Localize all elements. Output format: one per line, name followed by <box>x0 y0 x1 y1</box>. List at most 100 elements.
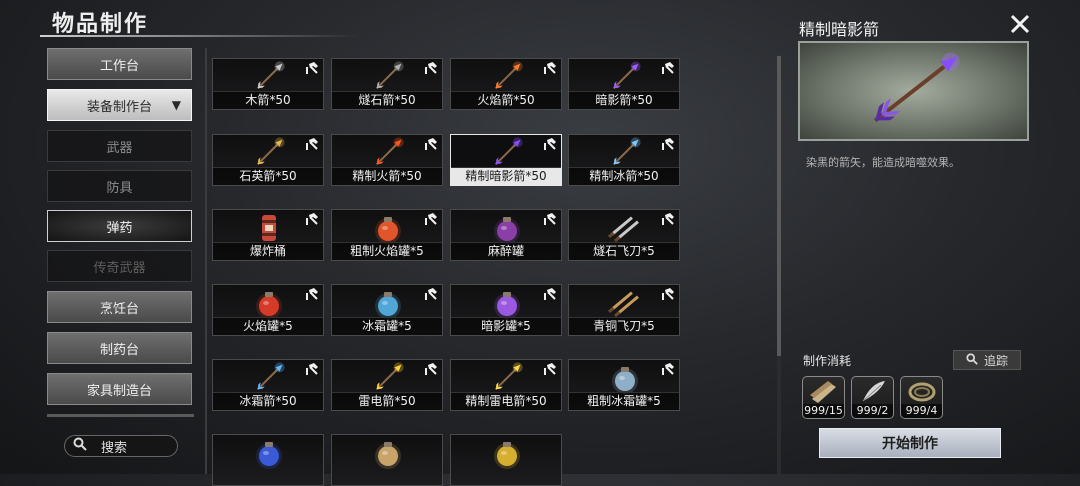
detail-title: 精制暗影箭 <box>799 20 880 39</box>
sidebar-item-label: 装备制作台 <box>86 99 152 115</box>
recipe-cell[interactable]: 精制火箭*50 <box>331 134 443 186</box>
search-label: 搜索 <box>101 440 128 456</box>
recipe-label: 燧石飞刀*5 <box>569 242 679 260</box>
recipe-label: 粗制火焰罐*5 <box>332 242 442 260</box>
recipe-cell[interactable]: 石英箭*50 <box>212 134 324 186</box>
recipe-label: 石英箭*50 <box>213 167 323 185</box>
hammer-icon <box>425 62 437 74</box>
sidebar-item-2[interactable]: 武器 <box>47 130 192 162</box>
sidebar-item-label: 传奇武器 <box>93 260 146 276</box>
recipe-cell[interactable]: 燧石箭*50 <box>331 58 443 110</box>
close-icon <box>1010 14 1030 34</box>
recipe-cell[interactable]: 冰霜罐*5 <box>331 284 443 336</box>
recipe-label: 粗制冰霜罐*5 <box>569 392 679 410</box>
recipe-cell[interactable]: 粗制火焰罐*5 <box>331 209 443 261</box>
hammer-icon <box>662 62 674 74</box>
recipe-cell[interactable] <box>212 434 324 486</box>
track-button[interactable]: 追踪 <box>953 350 1021 370</box>
recipe-cell[interactable]: 暗影箭*50 <box>568 58 680 110</box>
sidebar-item-label: 弹药 <box>106 220 133 236</box>
recipe-cell[interactable]: 爆炸桶 <box>212 209 324 261</box>
grid-scrollbar[interactable] <box>777 56 781 474</box>
material-count: 999/2 <box>852 404 893 418</box>
sidebar-item-7[interactable]: 制药台 <box>47 332 192 364</box>
material-count: 999/4 <box>901 404 942 418</box>
item-preview <box>798 41 1029 141</box>
material-slot[interactable]: 999/15 <box>802 376 845 419</box>
recipe-cell[interactable]: 精制雷电箭*50 <box>450 359 562 411</box>
search-icon <box>73 437 87 455</box>
recipe-label: 麻醉罐 <box>451 242 561 260</box>
recipe-cell[interactable]: 火焰箭*50 <box>450 58 562 110</box>
title-underline <box>40 35 360 37</box>
hammer-icon <box>425 138 437 150</box>
recipe-label: 精制雷电箭*50 <box>451 392 561 410</box>
recipe-label: 冰霜箭*50 <box>213 392 323 410</box>
sidebar-item-1[interactable]: 装备制作台 ▼ <box>47 89 192 121</box>
sidebar-item-label: 防具 <box>106 180 133 196</box>
sidebar-item-6[interactable]: 烹饪台 <box>47 291 192 323</box>
hammer-icon <box>544 363 556 375</box>
search-button[interactable]: 搜索 <box>64 435 178 457</box>
sidebar-divider <box>47 414 194 417</box>
recipe-cell[interactable]: 暗影罐*5 <box>450 284 562 336</box>
recipe-label: 火焰罐*5 <box>213 317 323 335</box>
hammer-icon <box>544 288 556 300</box>
material-count: 999/15 <box>803 404 844 418</box>
recipe-cell[interactable]: 冰霜箭*50 <box>212 359 324 411</box>
recipe-label: 木箭*50 <box>213 91 323 109</box>
item-description: 染黑的箭矢，能造成暗噬效果。 <box>806 156 960 169</box>
sidebar-item-label: 制药台 <box>99 342 139 358</box>
recipe-label: 精制冰箭*50 <box>569 167 679 185</box>
recipe-cell[interactable]: 燧石飞刀*5 <box>568 209 680 261</box>
material-slot[interactable]: 999/4 <box>900 376 943 419</box>
recipe-cell[interactable] <box>450 434 562 486</box>
hammer-icon <box>662 363 674 375</box>
hammer-icon <box>662 138 674 150</box>
start-crafting-button[interactable]: 开始制作 <box>819 428 1001 458</box>
sidebar-item-4[interactable]: 弹药 <box>47 210 192 242</box>
recipe-label: 暗影箭*50 <box>569 91 679 109</box>
hammer-icon <box>425 363 437 375</box>
hammer-icon <box>425 288 437 300</box>
close-button[interactable] <box>1008 12 1032 36</box>
hammer-icon <box>306 62 318 74</box>
hammer-icon <box>306 363 318 375</box>
sidebar-item-8[interactable]: 家具制造台 <box>47 373 192 405</box>
recipe-cell[interactable]: 青铜飞刀*5 <box>568 284 680 336</box>
page-title: 物品制作 <box>52 12 149 37</box>
hammer-icon <box>306 138 318 150</box>
recipe-label: 冰霜罐*5 <box>332 317 442 335</box>
sidebar-item-label: 工作台 <box>99 58 139 74</box>
recipe-cell[interactable]: 精制冰箭*50 <box>568 134 680 186</box>
scrollbar-thumb[interactable] <box>777 56 781 356</box>
hammer-icon <box>425 213 437 225</box>
sidebar-item-5[interactable]: 传奇武器 <box>47 250 192 282</box>
chevron-down-icon: ▼ <box>171 98 181 112</box>
recipe-label: 爆炸桶 <box>213 242 323 260</box>
recipe-cell[interactable]: 麻醉罐 <box>450 209 562 261</box>
material-slot[interactable]: 999/2 <box>851 376 894 419</box>
recipe-cell[interactable]: 火焰罐*5 <box>212 284 324 336</box>
recipe-cell[interactable] <box>331 434 443 486</box>
hammer-icon <box>544 138 556 150</box>
recipe-label: 雷电箭*50 <box>332 392 442 410</box>
recipe-label: 火焰箭*50 <box>451 91 561 109</box>
hammer-icon <box>662 288 674 300</box>
sidebar-item-label: 武器 <box>106 140 133 156</box>
recipe-label: 燧石箭*50 <box>332 91 442 109</box>
sidebar-item-label: 烹饪台 <box>99 301 139 317</box>
search-icon <box>966 352 978 368</box>
hammer-icon <box>306 288 318 300</box>
hammer-icon <box>662 213 674 225</box>
materials-title: 制作消耗 <box>803 354 852 368</box>
sidebar-item-0[interactable]: 工作台 <box>47 48 192 80</box>
recipe-cell[interactable]: 粗制冰霜罐*5 <box>568 359 680 411</box>
sidebar-item-label: 家具制造台 <box>86 383 152 399</box>
recipe-cell[interactable]: 木箭*50 <box>212 58 324 110</box>
sidebar-item-3[interactable]: 防具 <box>47 170 192 202</box>
recipe-cell[interactable]: 雷电箭*50 <box>331 359 443 411</box>
grid-divider <box>205 48 207 474</box>
recipe-cell[interactable]: 精制暗影箭*50 <box>450 134 562 186</box>
shadow-arrow-icon <box>873 52 960 123</box>
